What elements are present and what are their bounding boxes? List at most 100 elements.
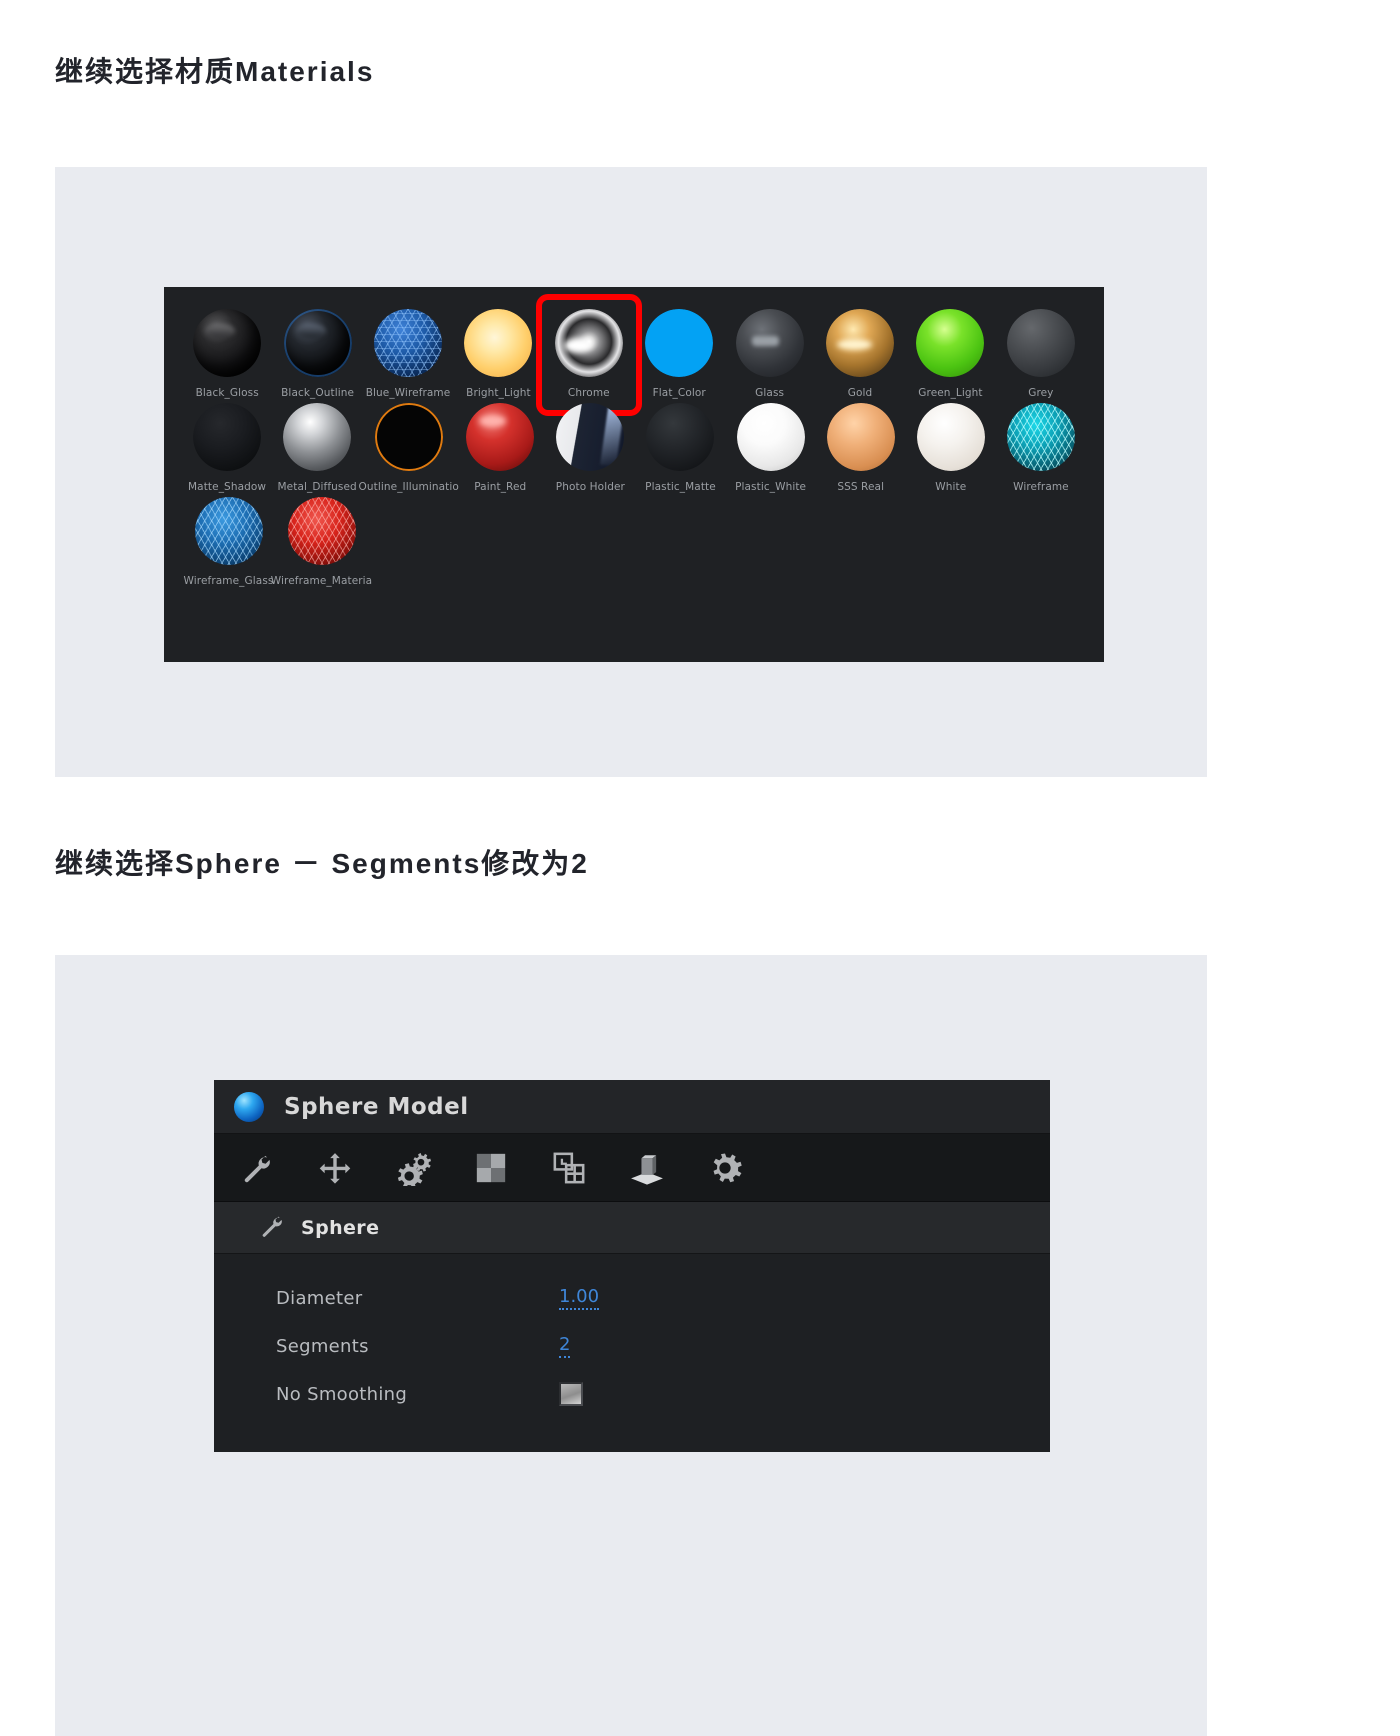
material-label: Outline_Illuminatio xyxy=(358,481,459,493)
material-label: Green_Light xyxy=(918,387,983,399)
material-thumb[interactable] xyxy=(645,309,714,377)
sphere-preview-icon xyxy=(193,403,262,471)
transform-frame-icon[interactable] xyxy=(550,1149,588,1187)
material-label: Glass xyxy=(755,387,785,399)
material-item-flat-color[interactable]: Flat_Color xyxy=(634,309,724,399)
section-label: Sphere xyxy=(301,1216,380,1239)
material-label: Blue_Wireframe xyxy=(365,387,451,399)
parameter-row-diameter[interactable]: Diameter 1.00 xyxy=(214,1274,1050,1322)
material-item-matte-shadow[interactable]: Matte_Shadow xyxy=(182,403,272,493)
material-thumb[interactable] xyxy=(1006,403,1075,471)
material-thumb[interactable] xyxy=(735,309,804,377)
section-header-sphere[interactable]: Sphere xyxy=(214,1202,1050,1254)
material-item-bright-light[interactable]: Bright_Light xyxy=(453,309,543,399)
material-thumb[interactable] xyxy=(194,497,263,565)
panel-titlebar: Sphere Model xyxy=(214,1080,1050,1134)
material-thumb[interactable] xyxy=(826,403,895,471)
material-item-wireframe-glass[interactable]: Wireframe_Glass xyxy=(182,497,275,587)
material-row: Wireframe_Glass Wireframe_Materia xyxy=(164,497,1104,587)
material-item-glass[interactable]: Glass xyxy=(724,309,814,399)
sphere-preview-icon xyxy=(374,309,443,377)
material-item-white[interactable]: White xyxy=(906,403,996,493)
material-browser[interactable]: Black_Gloss Black_Outline Blue_Wireframe… xyxy=(164,287,1104,662)
material-item-plastic-white[interactable]: Plastic_White xyxy=(726,403,816,493)
material-item-black-gloss[interactable]: Black_Gloss xyxy=(182,309,272,399)
sphere-preview-icon xyxy=(916,309,985,377)
sphere-preview-icon xyxy=(736,403,805,471)
material-item-wireframe[interactable]: Wireframe xyxy=(996,403,1086,493)
sphere-preview-icon xyxy=(374,403,443,471)
sphere-preview-icon xyxy=(735,309,804,377)
material-thumb[interactable] xyxy=(283,309,352,377)
panel-toolbar[interactable] xyxy=(214,1134,1050,1202)
gears-icon[interactable] xyxy=(394,1149,432,1187)
material-label: Metal_Diffused xyxy=(277,481,357,493)
material-thumb[interactable] xyxy=(554,309,623,377)
parameter-label: Diameter xyxy=(276,1287,363,1309)
material-label: Grey xyxy=(1028,387,1054,399)
sphere-preview-icon xyxy=(193,309,262,377)
page-title-materials: 继续选择材质Materials xyxy=(55,56,375,87)
wrench-icon[interactable] xyxy=(238,1149,276,1187)
gear-icon[interactable] xyxy=(706,1149,744,1187)
material-item-outline-illumination[interactable]: Outline_Illuminatio xyxy=(359,403,459,493)
material-label: Paint_Red xyxy=(474,481,527,493)
material-item-plastic-matte[interactable]: Plastic_Matte xyxy=(635,403,725,493)
material-label: Matte_Shadow xyxy=(188,481,267,493)
sphere-preview-icon xyxy=(556,403,625,471)
material-thumb[interactable] xyxy=(556,403,625,471)
material-item-metal-diffused[interactable]: Metal_Diffused xyxy=(272,403,362,493)
material-thumb[interactable] xyxy=(193,403,262,471)
sphere-preview-icon xyxy=(287,497,356,565)
material-item-paint-red[interactable]: Paint_Red xyxy=(455,403,545,493)
material-thumb[interactable] xyxy=(736,403,805,471)
material-thumb[interactable] xyxy=(374,309,443,377)
material-thumb[interactable] xyxy=(646,403,715,471)
sphere-preview-icon xyxy=(646,403,715,471)
parameter-label: Segments xyxy=(276,1335,369,1357)
material-item-grey[interactable]: Grey xyxy=(996,309,1086,399)
sphere-preview-icon xyxy=(283,403,352,471)
sphere-preview-icon xyxy=(554,309,623,377)
blue-sphere-icon xyxy=(234,1091,264,1122)
material-thumb[interactable] xyxy=(283,403,352,471)
material-item-gold[interactable]: Gold xyxy=(815,309,905,399)
material-label: Black_Gloss xyxy=(195,387,259,399)
material-item-blue-wireframe[interactable]: Blue_Wireframe xyxy=(363,309,453,399)
parameter-row-no-smoothing[interactable]: No Smoothing xyxy=(214,1370,1050,1418)
segments-value-field[interactable]: 2 xyxy=(559,1334,571,1358)
material-thumb[interactable] xyxy=(193,309,262,377)
parameter-list: Diameter 1.00 Segments 2 No Smoothing xyxy=(214,1254,1050,1452)
material-label: Wireframe xyxy=(1013,481,1069,493)
material-thumb[interactable] xyxy=(1006,309,1075,377)
material-thumb[interactable] xyxy=(916,309,985,377)
diameter-value-field[interactable]: 1.00 xyxy=(559,1286,600,1310)
material-item-sss-real[interactable]: SSS Real xyxy=(816,403,906,493)
material-item-photo-holder[interactable]: Photo Holder xyxy=(545,403,635,493)
material-thumb[interactable] xyxy=(374,403,443,471)
figure-sphere-model: Sphere Model Sphere Diameter 1.00 Segmen… xyxy=(55,955,1207,1736)
material-row: Black_Gloss Black_Outline Blue_Wireframe… xyxy=(164,294,1104,416)
material-thumb[interactable] xyxy=(466,403,535,471)
material-label: SSS Real xyxy=(837,481,885,493)
material-label: Bright_Light xyxy=(466,387,531,399)
material-thumb[interactable] xyxy=(826,309,895,377)
material-thumb[interactable] xyxy=(916,403,985,471)
material-row: Matte_Shadow Metal_Diffused Outline_Illu… xyxy=(164,403,1104,493)
material-thumb[interactable] xyxy=(464,309,533,377)
material-item-black-outline[interactable]: Black_Outline xyxy=(272,309,362,399)
page-title-sphere-segments: 继续选择Sphere － Segments修改为2 xyxy=(55,848,589,879)
checkerboard-icon[interactable] xyxy=(472,1149,510,1187)
move-arrows-icon[interactable] xyxy=(316,1149,354,1187)
sphere-preview-icon xyxy=(194,497,263,565)
parameter-label: No Smoothing xyxy=(276,1383,408,1405)
material-thumb[interactable] xyxy=(287,497,356,565)
parameter-row-segments[interactable]: Segments 2 xyxy=(214,1322,1050,1370)
no-smoothing-checkbox[interactable] xyxy=(559,1382,583,1406)
material-label: Photo Holder xyxy=(555,481,625,493)
material-item-green-light[interactable]: Green_Light xyxy=(905,309,995,399)
material-label: Wireframe_Glass xyxy=(183,575,274,587)
material-item-chrome[interactable]: Chrome xyxy=(535,294,643,416)
object-cube-icon[interactable] xyxy=(628,1149,666,1187)
material-item-wireframe-material[interactable]: Wireframe_Materia xyxy=(271,497,372,587)
